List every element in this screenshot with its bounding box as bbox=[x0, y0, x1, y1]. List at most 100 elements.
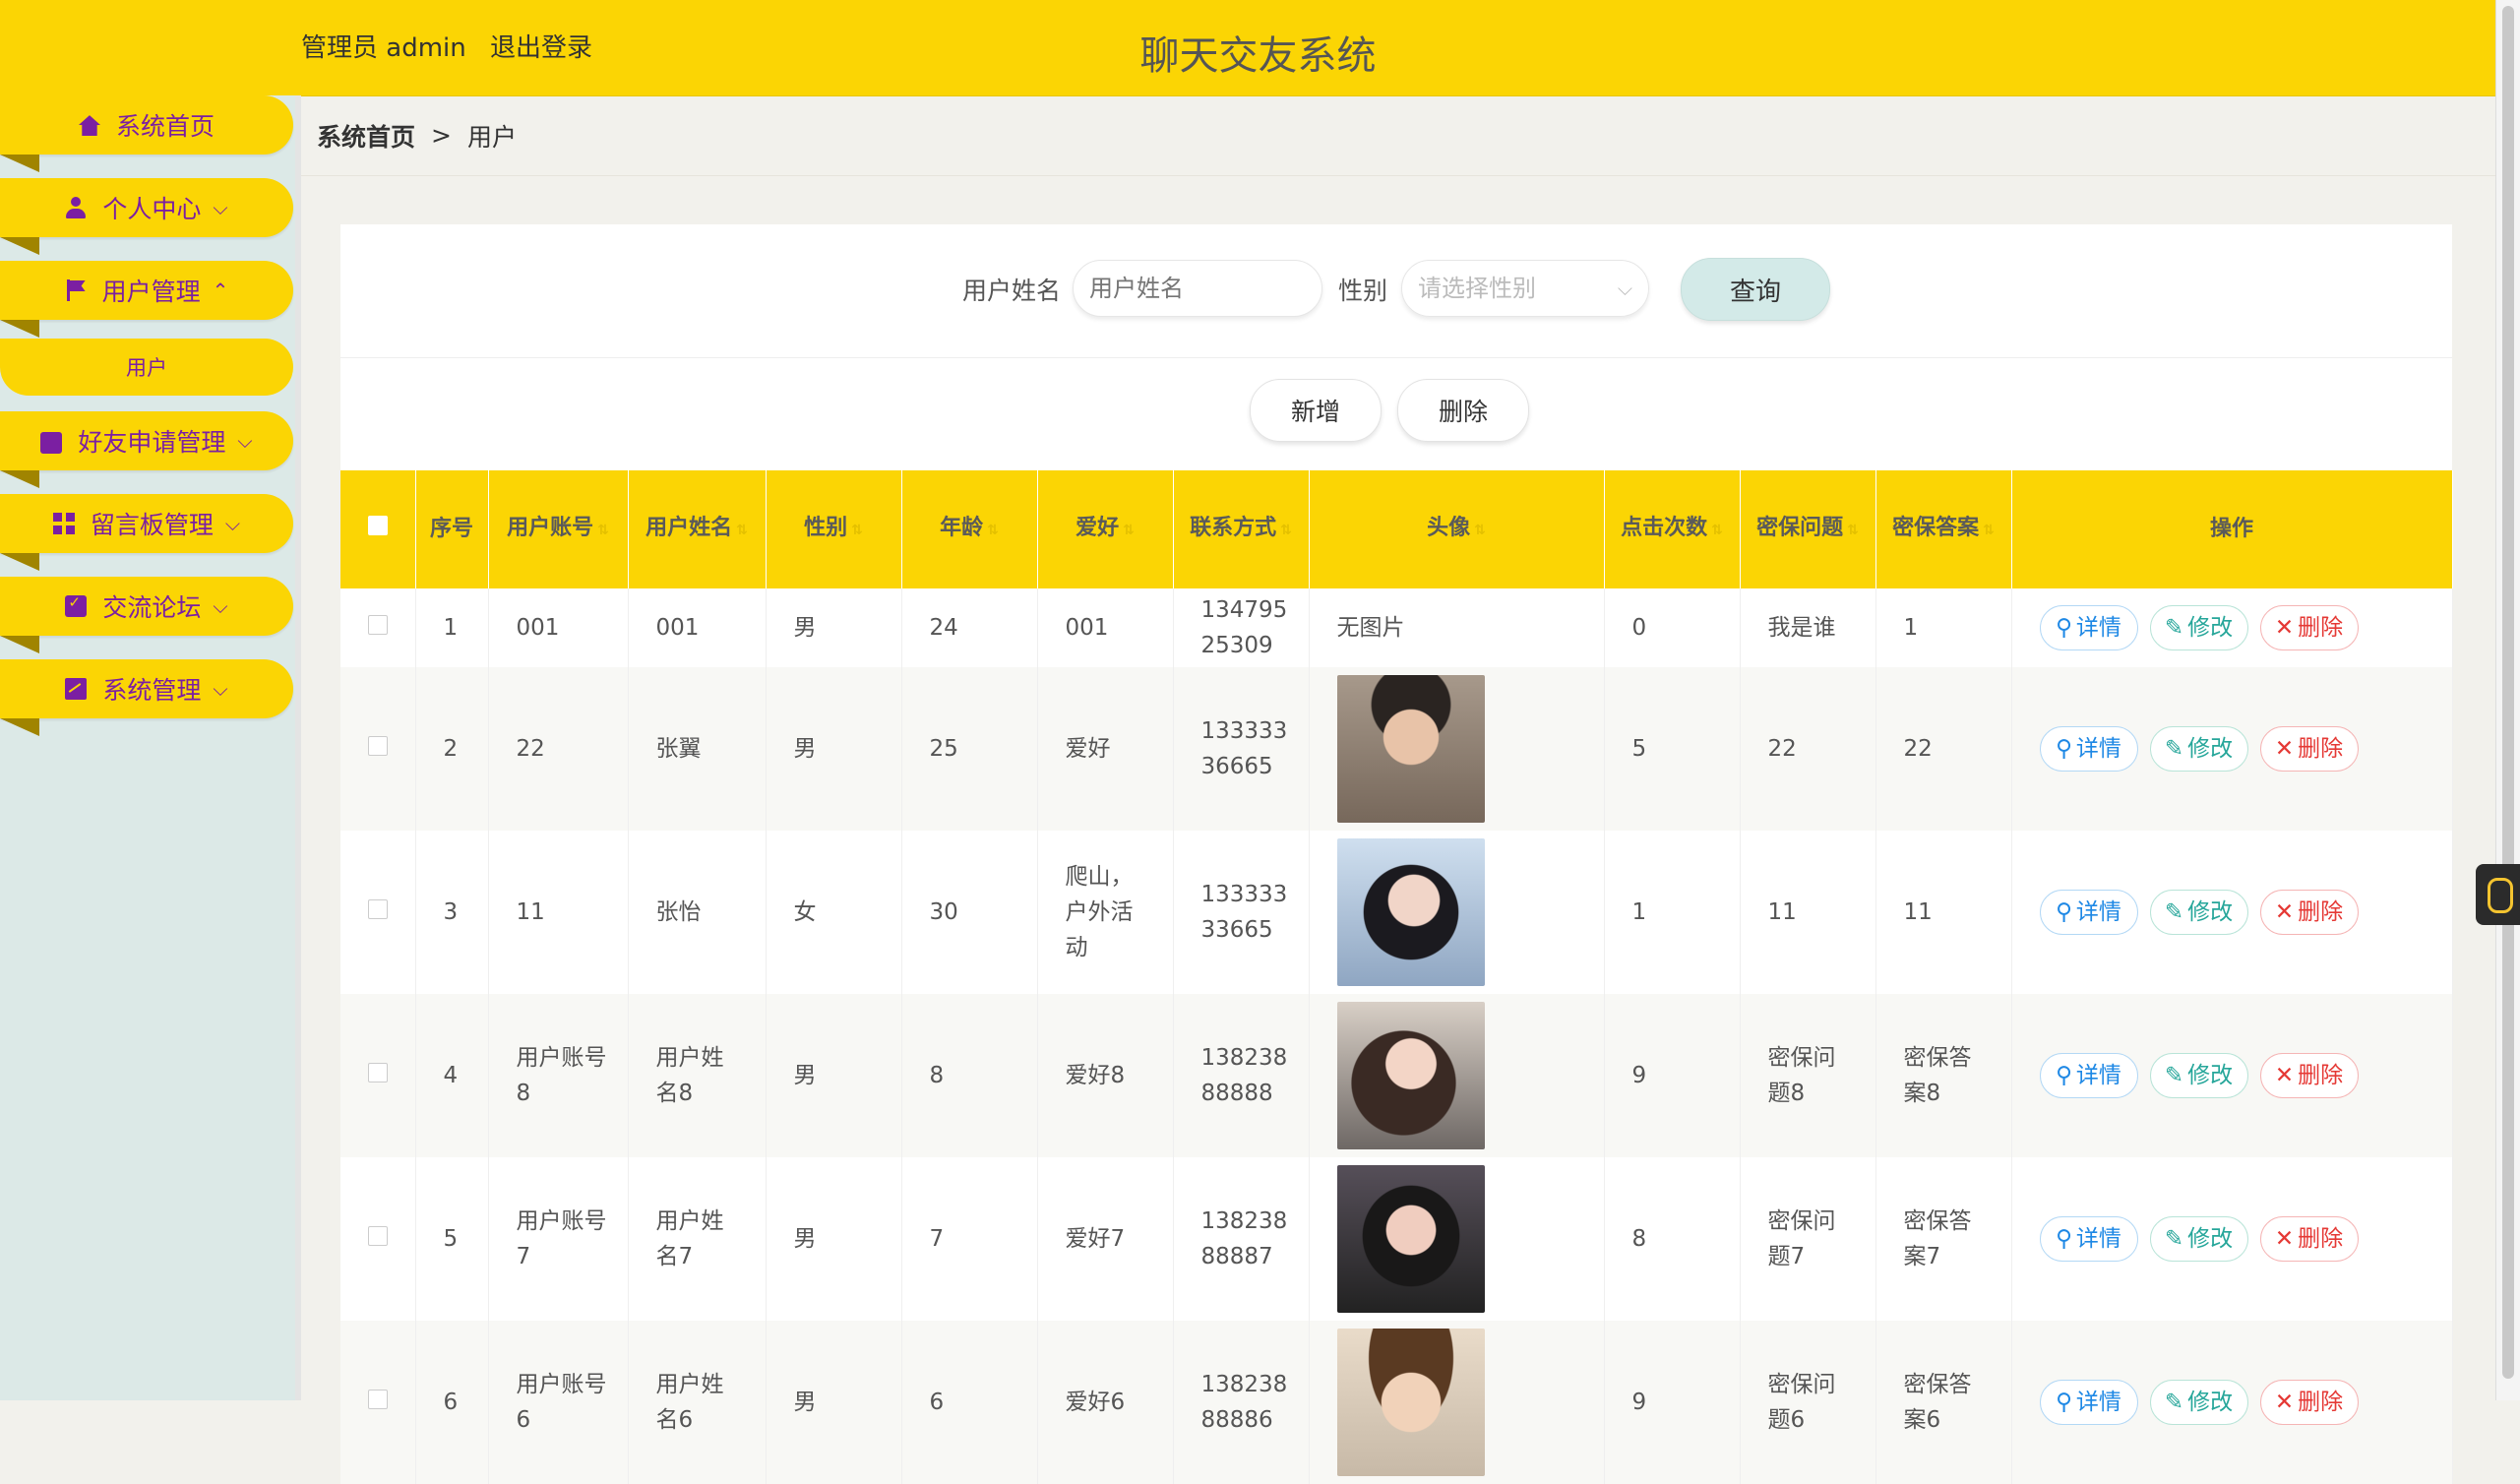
delete-button[interactable]: ✕ 删除 bbox=[2259, 1053, 2359, 1098]
detail-button[interactable]: ⚲ 详情 bbox=[2039, 1380, 2138, 1425]
row-checkbox[interactable] bbox=[367, 1063, 388, 1082]
cell-age: 30 bbox=[901, 831, 1038, 994]
row-checkbox[interactable] bbox=[367, 615, 388, 635]
column-header[interactable]: 点击次数 ⇅ bbox=[1604, 470, 1741, 588]
column-header[interactable]: 头像 ⇅ bbox=[1309, 470, 1605, 588]
sort-icon: ⇅ bbox=[1847, 523, 1859, 538]
column-header: 序号 bbox=[415, 470, 489, 588]
edit-button[interactable]: ✎ 修改 bbox=[2149, 890, 2248, 935]
search-icon: ⚲ bbox=[2056, 1390, 2072, 1415]
cell-hobby: 爱好8 bbox=[1037, 994, 1174, 1157]
sort-icon: ⇅ bbox=[597, 523, 609, 538]
row-checkbox[interactable] bbox=[367, 736, 388, 756]
cell-name: 用户姓名7 bbox=[628, 1157, 767, 1321]
detail-button[interactable]: ⚲ 详情 bbox=[2039, 605, 2138, 650]
cell-avatar bbox=[1309, 994, 1605, 1157]
cell-gender: 男 bbox=[766, 1157, 902, 1321]
delete-button[interactable]: ✕ 删除 bbox=[2259, 726, 2359, 772]
edit-button[interactable]: ✎ 修改 bbox=[2149, 726, 2248, 772]
cell-gender: 男 bbox=[766, 667, 902, 831]
breadcrumb-home[interactable]: 系统首页 bbox=[317, 118, 415, 154]
search-icon: ⚲ bbox=[2056, 899, 2072, 925]
table-row: 5 用户账号7 用户姓名7 男 7 爱好7 13823888887 8 密保问题… bbox=[340, 1157, 2453, 1321]
flag-icon bbox=[65, 279, 87, 301]
edit-button[interactable]: ✎ 修改 bbox=[2149, 1380, 2248, 1425]
delete-button[interactable]: ✕ 删除 bbox=[2259, 1216, 2359, 1262]
sidebar-item-user-management[interactable]: 用户管理 ⌃ bbox=[0, 261, 295, 338]
detail-button[interactable]: ⚲ 详情 bbox=[2039, 890, 2138, 935]
column-header[interactable]: 年龄 ⇅ bbox=[901, 470, 1038, 588]
sidebar-item-message-board[interactable]: 留言板管理 ⌵ bbox=[0, 494, 295, 571]
chevron-down-icon: ⌵ bbox=[213, 196, 228, 219]
select-all-checkbox[interactable] bbox=[367, 516, 388, 535]
select-all-checkbox-cell[interactable] bbox=[340, 470, 416, 588]
cell-no: 4 bbox=[415, 994, 489, 1157]
cell-question: 密保问题8 bbox=[1740, 994, 1876, 1157]
column-header[interactable]: 用户账号 ⇅ bbox=[488, 470, 629, 588]
search-icon: ⚲ bbox=[2056, 736, 2072, 762]
column-header[interactable]: 性别 ⇅ bbox=[766, 470, 902, 588]
cell-gender: 男 bbox=[766, 1321, 902, 1484]
table-row: 3 11 张怡 女 30 爬山，户外活动 13333333665 1 11 11… bbox=[340, 831, 2453, 994]
cell-question: 密保问题6 bbox=[1740, 1321, 1876, 1484]
sidebar: 系统首页 个人中心 ⌵ 用户管理 ⌃ 用户 好友申请管理 ⌵ 留言板管理 ⌵ 交流论坛 ⌵… bbox=[0, 95, 301, 1400]
cell-question: 11 bbox=[1740, 831, 1876, 994]
page-scrollbar[interactable] bbox=[2495, 0, 2520, 1400]
table-row: 2 22 张翼 男 25 爱好 13333336665 5 22 22 ⚲ 详情 ✎… bbox=[340, 667, 2453, 831]
cell-operations: ⚲ 详情 ✎ 修改 ✕ 删除 bbox=[2011, 1157, 2453, 1321]
sidebar-item-home[interactable]: 系统首页 bbox=[0, 95, 295, 172]
sidebar-item-profile[interactable]: 个人中心 ⌵ bbox=[0, 178, 295, 255]
cell-answer: 22 bbox=[1875, 667, 2012, 831]
sort-icon: ⇅ bbox=[851, 523, 863, 538]
sort-icon: ⇅ bbox=[736, 523, 748, 538]
detail-button[interactable]: ⚲ 详情 bbox=[2039, 1216, 2138, 1262]
column-header[interactable]: 联系方式 ⇅ bbox=[1173, 470, 1310, 588]
chevron-down-icon: ⌵ bbox=[224, 512, 241, 535]
sidebar-item-forum[interactable]: 交流论坛 ⌵ bbox=[0, 577, 295, 653]
table-row: 6 用户账号6 用户姓名6 男 6 爱好6 13823888886 9 密保问题… bbox=[340, 1321, 2453, 1484]
sidebar-item-label: 个人中心 bbox=[102, 195, 202, 223]
cell-clicks: 8 bbox=[1604, 1157, 1741, 1321]
add-button[interactable]: 新增 bbox=[1250, 379, 1382, 442]
delete-button[interactable]: ✕ 删除 bbox=[2259, 890, 2359, 935]
column-header[interactable]: 密保问题 ⇅ bbox=[1740, 470, 1876, 588]
avatar-image bbox=[1336, 1002, 1485, 1149]
row-checkbox[interactable] bbox=[367, 1390, 388, 1409]
top-header: 管理员 admin 退出登录 聊天交友系统 bbox=[0, 0, 2496, 96]
edit-icon: ✎ bbox=[2164, 736, 2184, 762]
batch-delete-button[interactable]: 删除 bbox=[1397, 379, 1529, 442]
gender-select[interactable]: 请选择性别 ⌵ bbox=[1401, 260, 1649, 317]
edit-button[interactable]: ✎ 修改 bbox=[2149, 1216, 2248, 1262]
detail-button[interactable]: ⚲ 详情 bbox=[2039, 726, 2138, 772]
name-search-input[interactable] bbox=[1073, 260, 1322, 317]
sidebar-subitem-users[interactable]: 用户 bbox=[0, 339, 293, 396]
column-header[interactable]: 用户姓名 ⇅ bbox=[628, 470, 767, 588]
cell-phone: 13333333665 bbox=[1173, 831, 1310, 994]
floating-widget[interactable] bbox=[2476, 864, 2520, 925]
sidebar-item-friend-requests[interactable]: 好友申请管理 ⌵ bbox=[0, 411, 295, 488]
sort-icon: ⇅ bbox=[1983, 523, 1995, 538]
sidebar-item-system[interactable]: 系统管理 ⌵ bbox=[0, 659, 295, 736]
detail-button[interactable]: ⚲ 详情 bbox=[2039, 1053, 2138, 1098]
column-header[interactable]: 爱好 ⇅ bbox=[1037, 470, 1174, 588]
clipboard-check-icon bbox=[65, 593, 88, 617]
gender-label: 性别 bbox=[1338, 277, 1388, 305]
sidebar-item-label: 留言板管理 bbox=[90, 511, 214, 539]
row-checkbox[interactable] bbox=[367, 1226, 388, 1246]
cell-account: 11 bbox=[488, 831, 629, 994]
cell-hobby: 爱好6 bbox=[1037, 1321, 1174, 1484]
cell-name: 001 bbox=[628, 588, 767, 667]
cell-clicks: 0 bbox=[1604, 588, 1741, 667]
chevron-down-icon: ⌵ bbox=[237, 429, 253, 453]
edit-button[interactable]: ✎ 修改 bbox=[2149, 605, 2248, 650]
edit-button[interactable]: ✎ 修改 bbox=[2149, 1053, 2248, 1098]
avatar-image bbox=[1336, 1165, 1485, 1313]
row-checkbox[interactable] bbox=[367, 899, 388, 919]
close-icon: ✕ bbox=[2274, 615, 2295, 641]
query-button[interactable]: 查询 bbox=[1681, 258, 1830, 321]
delete-button[interactable]: ✕ 删除 bbox=[2259, 605, 2359, 650]
column-header[interactable]: 密保答案 ⇅ bbox=[1875, 470, 2012, 588]
scrollbar-thumb[interactable] bbox=[2502, 6, 2514, 1379]
cell-answer: 11 bbox=[1875, 831, 2012, 994]
delete-button[interactable]: ✕ 删除 bbox=[2259, 1380, 2359, 1425]
